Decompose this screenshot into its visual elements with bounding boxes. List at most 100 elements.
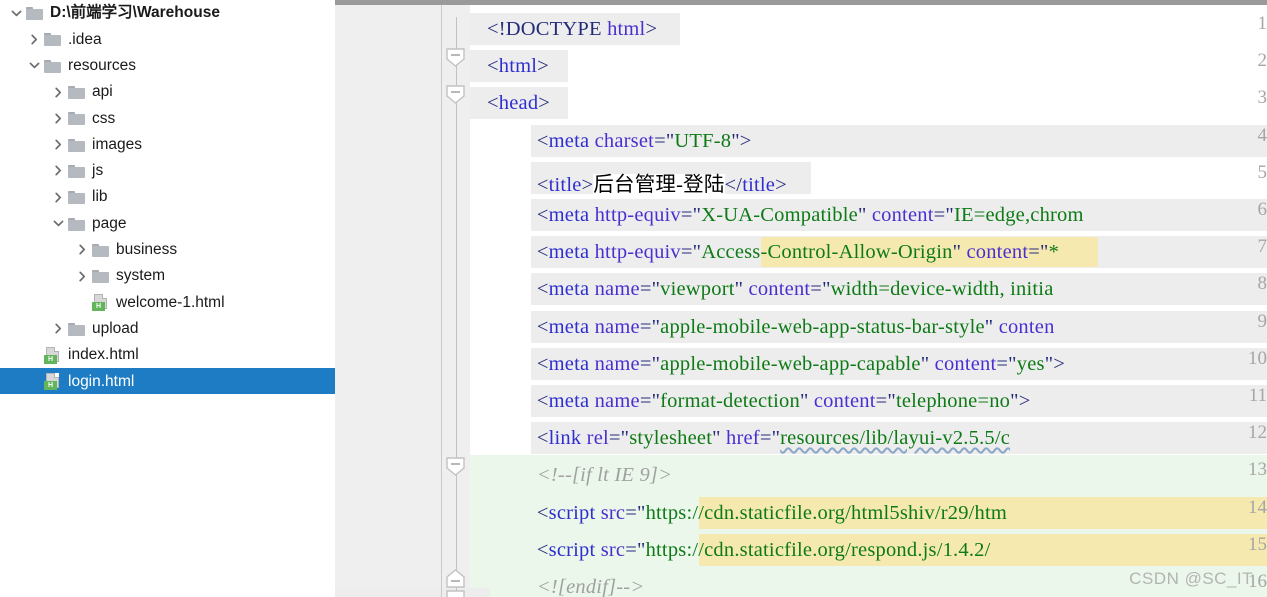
- folder-icon: [68, 164, 85, 178]
- chevron-right-icon[interactable]: [48, 87, 68, 98]
- tree-item-label: system: [116, 267, 166, 285]
- code-line[interactable]: <!DOCTYPE html>: [487, 18, 657, 41]
- chevron-right-icon[interactable]: [72, 244, 92, 255]
- tree-item-upload[interactable]: upload: [0, 316, 335, 342]
- fold-toggle-line-13[interactable]: [446, 457, 465, 477]
- chevron-right-icon[interactable]: [48, 139, 68, 150]
- project-tree-panel[interactable]: D:\前端学习\Warehouse .idea resources api css ima…: [0, 0, 335, 597]
- sidebar-top-edge: [0, 0, 335, 3]
- code-line[interactable]: <head>: [487, 92, 550, 115]
- tree-item-label: css: [92, 109, 116, 127]
- partial-next-line: [335, 588, 490, 597]
- code-line[interactable]: <!--[if lt IE 9]>: [537, 464, 672, 487]
- code-line[interactable]: <script src="https://cdn.staticfile.org/…: [537, 502, 1007, 525]
- tree-item-js[interactable]: js: [0, 158, 335, 184]
- tree-item--idea[interactable]: .idea: [0, 26, 335, 52]
- code-editor[interactable]: 1 2 3 4 5 6 7 8 9 10 11 12 13 14 15 16 <!DOCTYPE html> <…: [335, 0, 1267, 597]
- chevron-right-icon[interactable]: [48, 113, 68, 124]
- tree-item-api[interactable]: api: [0, 79, 335, 105]
- folder-icon: [92, 269, 109, 284]
- tree-item-label: upload: [92, 319, 139, 337]
- folder-icon: [44, 32, 61, 47]
- html-file-icon: H: [44, 372, 62, 390]
- line-number: 3: [1257, 87, 1267, 109]
- line-number: 9: [1257, 310, 1267, 332]
- line-number: 12: [1248, 422, 1267, 444]
- html-file-icon: H: [44, 346, 62, 364]
- tree-item-label: images: [92, 135, 142, 153]
- project-tree[interactable]: D:\前端学习\Warehouse .idea resources api css ima…: [0, 0, 335, 395]
- tree-item-business[interactable]: business: [0, 237, 335, 263]
- folder-icon: [68, 138, 85, 152]
- tree-item-lib[interactable]: lib: [0, 184, 335, 210]
- code-line[interactable]: <title>后台管理-登陆</title>: [537, 167, 787, 197]
- folder-icon: [68, 190, 85, 205]
- line-number: 10: [1248, 347, 1267, 369]
- folder-icon: [44, 59, 61, 73]
- chevron-right-icon[interactable]: [24, 34, 44, 45]
- fold-toggle-line-3[interactable]: [446, 85, 465, 105]
- tree-item-label: index.html: [68, 346, 139, 364]
- chevron-down-icon[interactable]: [24, 60, 44, 71]
- editor-top-bar: [335, 0, 1267, 5]
- code-line[interactable]: <meta name="apple-mobile-web-app-status-…: [537, 316, 1055, 339]
- line-number: 15: [1248, 533, 1267, 555]
- line-number: 11: [1248, 385, 1267, 406]
- line-number: 13: [1248, 459, 1267, 481]
- line-number: 4: [1257, 124, 1267, 146]
- tree-item-page[interactable]: page: [0, 210, 335, 236]
- code-content[interactable]: <!DOCTYPE html> <html> <head> <meta charset…: [470, 5, 1267, 597]
- code-line[interactable]: <meta name="viewport" content="width=dev…: [537, 278, 1054, 301]
- tree-item-system[interactable]: system: [0, 263, 335, 289]
- folder-icon: [92, 243, 109, 257]
- code-line[interactable]: <html>: [487, 55, 549, 78]
- chevron-right-icon[interactable]: [48, 192, 68, 203]
- tree-item-index-html[interactable]: Hindex.html: [0, 342, 335, 368]
- tree-item-label: resources: [68, 56, 137, 74]
- tree-item-welcome-1-html[interactable]: Hwelcome-1.html: [0, 289, 335, 315]
- chevron-down-icon[interactable]: [6, 8, 26, 19]
- folder-icon: [68, 111, 85, 126]
- line-number: 2: [1257, 50, 1267, 72]
- line-number: 6: [1257, 199, 1267, 220]
- folder-icon: [68, 322, 85, 336]
- chevron-right-icon[interactable]: [72, 271, 92, 282]
- code-line[interactable]: <meta http-equiv="X-UA-Compatible" conte…: [537, 204, 1084, 227]
- ide-window: D:\前端学习\Warehouse .idea resources api css ima…: [0, 0, 1267, 597]
- tree-item-css[interactable]: css: [0, 105, 335, 131]
- gutter-separator: [441, 5, 442, 597]
- tree-item-resources[interactable]: resources: [0, 53, 335, 79]
- tree-row-root[interactable]: D:\前端学习\Warehouse: [0, 0, 335, 26]
- code-line[interactable]: <meta name="format-detection" content="t…: [537, 390, 1031, 413]
- chevron-down-icon[interactable]: [48, 218, 68, 229]
- code-line[interactable]: <meta name="apple-mobile-web-app-capable…: [537, 353, 1065, 376]
- line-number-gutter: [335, 5, 441, 597]
- tree-item-images[interactable]: images: [0, 131, 335, 157]
- folder-icon: [68, 217, 85, 231]
- tree-item-label: login.html: [68, 372, 135, 390]
- chevron-right-icon[interactable]: [48, 323, 68, 334]
- folder-icon: [26, 6, 43, 21]
- csdn-watermark: CSDN @SC_IT: [1129, 569, 1253, 588]
- html-file-icon: H: [92, 293, 110, 311]
- fold-toggle-line-2[interactable]: [446, 48, 465, 68]
- line-number: 5: [1257, 161, 1267, 183]
- tree-item-login-html[interactable]: Hlogin.html: [0, 368, 335, 395]
- fold-toggle-partial[interactable]: [446, 590, 465, 597]
- fold-toggle-line-16[interactable]: [446, 569, 465, 588]
- tree-item-label: js: [92, 162, 104, 180]
- tree-item-label: page: [92, 214, 127, 232]
- line-number: 14: [1248, 496, 1267, 518]
- code-line[interactable]: <meta charset="UTF-8">: [537, 130, 752, 153]
- tree-item-label: welcome-1.html: [116, 293, 225, 311]
- line-number: 7: [1257, 236, 1267, 258]
- chevron-right-icon[interactable]: [48, 165, 68, 176]
- code-line[interactable]: <link rel="stylesheet" href="resources/l…: [537, 427, 1010, 450]
- code-line[interactable]: <script src="https://cdn.staticfile.org/…: [537, 539, 991, 562]
- code-line[interactable]: <meta http-equiv="Access-Control-Allow-O…: [537, 241, 1059, 264]
- tree-item-label: business: [116, 241, 178, 259]
- code-line[interactable]: <![endif]-->: [537, 576, 645, 597]
- tree-item-label: api: [92, 83, 113, 101]
- line-number: 1: [1257, 13, 1267, 34]
- tree-item-label: .idea: [68, 30, 102, 48]
